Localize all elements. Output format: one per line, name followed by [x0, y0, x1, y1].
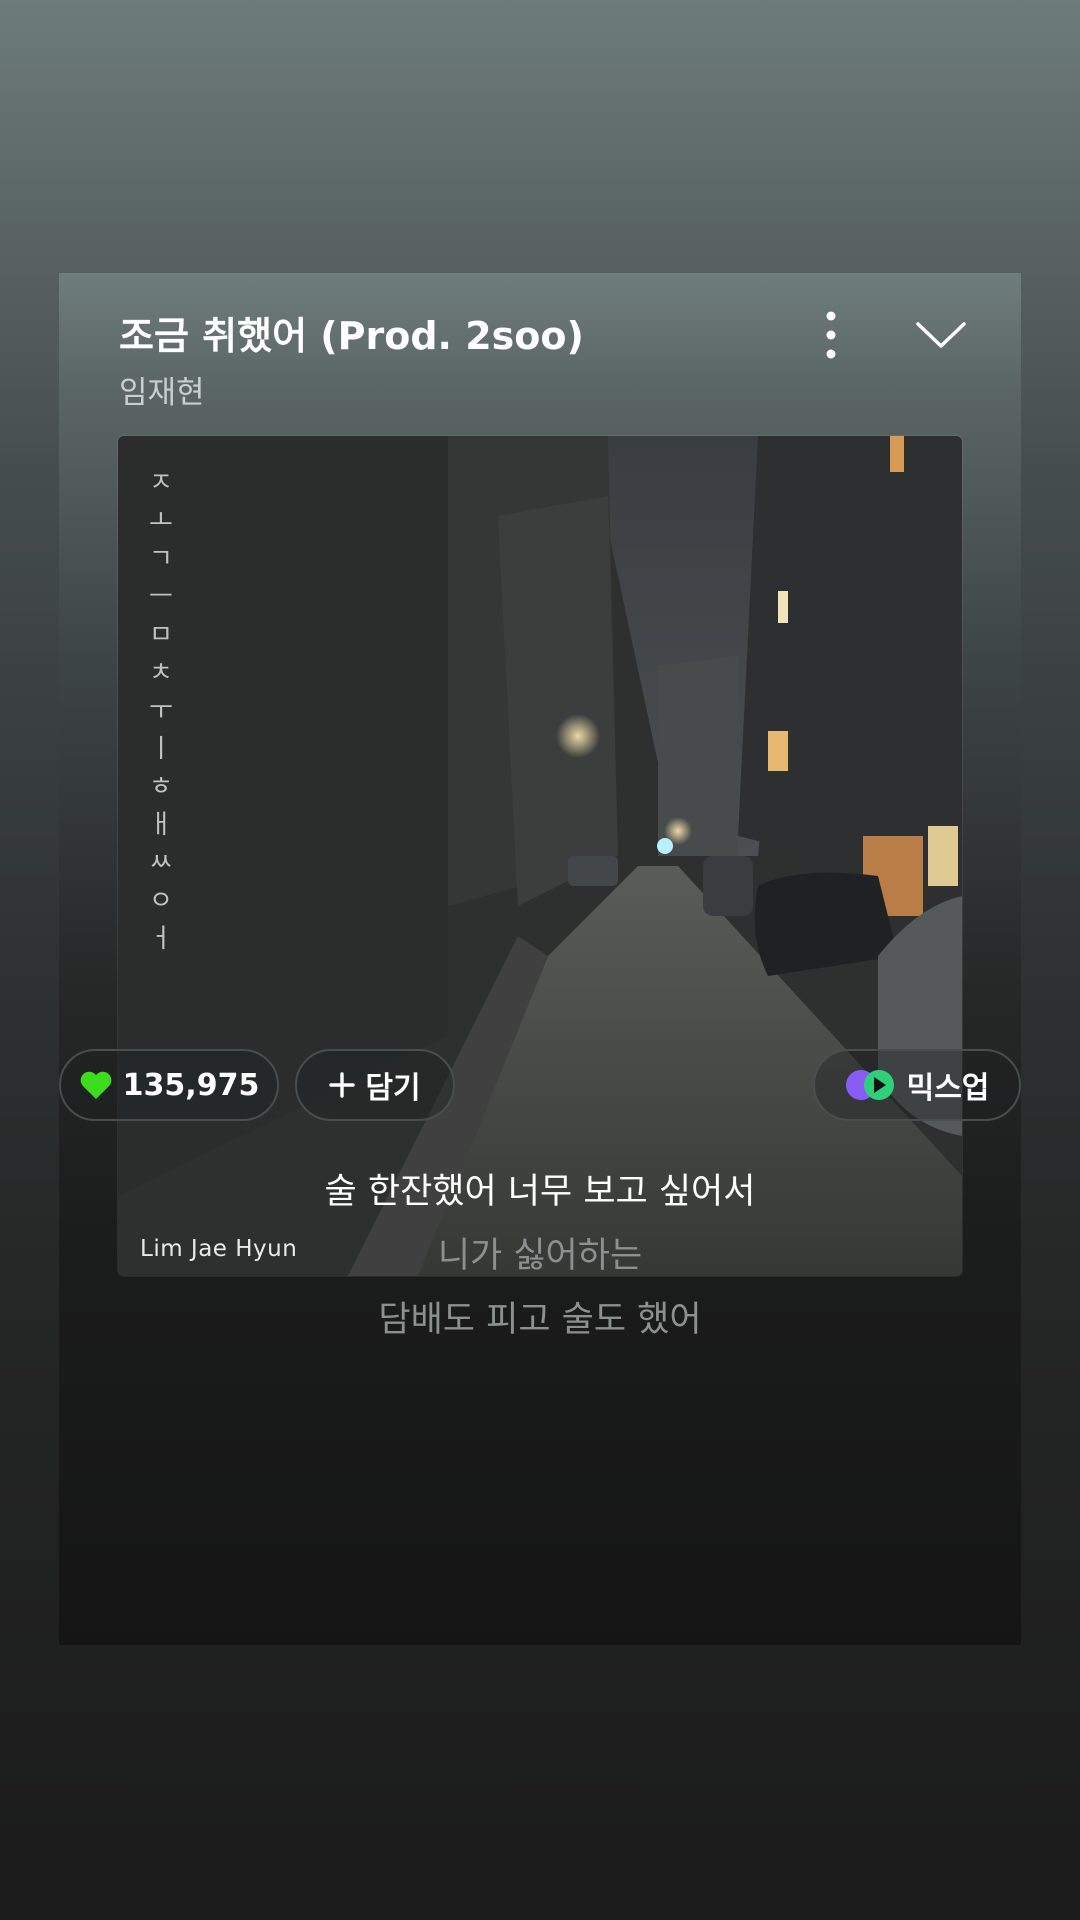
lyric-line-current: 술 한잔했어 너무 보고 싶어서 — [324, 1172, 756, 1212]
player-header: 조금 취했어 (Prod. 2soo) 임재현 — [119, 303, 971, 411]
like-count: 135,975 — [122, 1067, 260, 1103]
add-to-playlist-button[interactable]: 담기 — [295, 1049, 455, 1121]
lyric-line: 담배도 피고 술도 했어 — [378, 1300, 702, 1340]
artist-name[interactable]: 임재현 — [119, 367, 205, 412]
like-button[interactable]: 135,975 — [59, 1049, 279, 1121]
plus-icon — [329, 1072, 356, 1098]
heart-icon — [80, 1071, 111, 1099]
lyrics-panel[interactable]: 술 한잔했어 너무 보고 싶어서 니가 싫어하는 담배도 피고 술도 했어 — [0, 1160, 1080, 1352]
action-bar: 135,975 담기 믹스업 — [59, 1049, 1021, 1125]
collapse-button[interactable] — [911, 305, 971, 365]
album-art-vertical-title: ㅈㅗㄱㅡㅁㅊㅜㅣㅎㅐㅆㅇㅓ — [149, 468, 173, 954]
more-vertical-icon — [826, 311, 836, 359]
mixup-button[interactable]: 믹스업 — [813, 1049, 1021, 1121]
mixup-icon — [845, 1070, 894, 1100]
lyric-line: 니가 싫어하는 — [437, 1236, 643, 1276]
album-art: ㅈㅗㄱㅡㅁㅊㅜㅣㅎㅐㅆㅇㅓ Lim Jae Hyun — [118, 436, 962, 1276]
player-card: 조금 취했어 (Prod. 2soo) 임재현 ㅈㅗㄱㅡㅁㅊㅜㅣㅎㅐㅆㅇㅓ Li… — [59, 273, 1021, 1645]
add-label: 담기 — [365, 1071, 421, 1106]
album-art-image — [118, 436, 962, 1276]
song-title: 조금 취했어 (Prod. 2soo) — [119, 314, 584, 358]
mixup-label: 믹스업 — [906, 1071, 990, 1106]
more-options-button[interactable] — [811, 303, 851, 367]
chevron-down-icon — [916, 322, 966, 348]
